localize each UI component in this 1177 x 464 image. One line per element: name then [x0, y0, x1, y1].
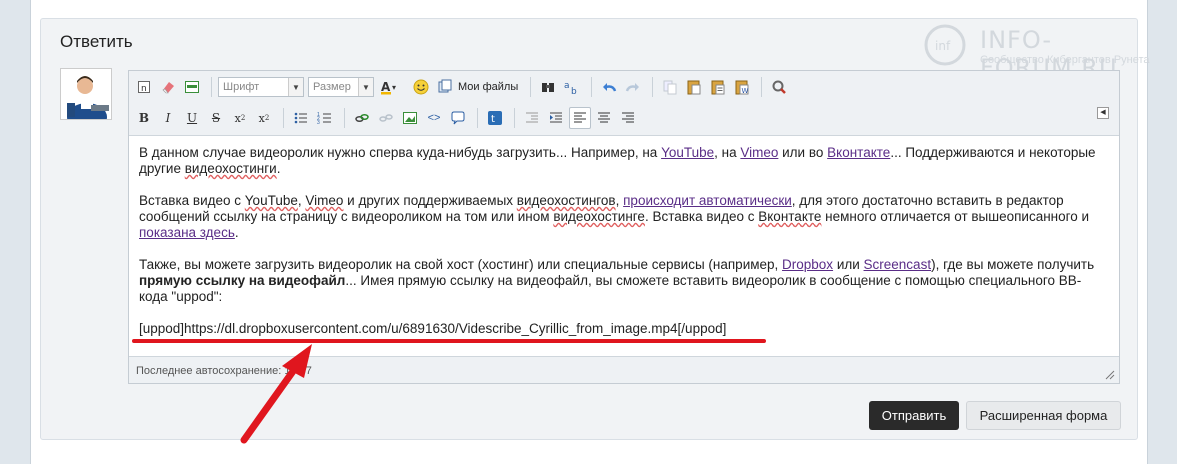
toolbar-separator: [652, 77, 654, 97]
annotation-underline: [132, 339, 766, 343]
font-family-select[interactable]: Шрифт ▼: [218, 77, 304, 97]
link-icon[interactable]: [351, 107, 373, 129]
image-icon[interactable]: [399, 107, 421, 129]
strikethrough-icon[interactable]: S: [205, 107, 227, 129]
redo-icon[interactable]: [622, 76, 644, 98]
paragraph-3: Также, вы можете загрузить видеоролик на…: [139, 257, 1095, 304]
auto-embed-link[interactable]: происходит автоматически: [623, 193, 792, 208]
dropbox-link[interactable]: Dropbox: [782, 257, 833, 272]
svg-text:A: A: [381, 80, 391, 94]
binoculars-icon[interactable]: [537, 76, 559, 98]
toolbar-separator: [591, 77, 593, 97]
italic-icon[interactable]: I: [157, 107, 179, 129]
paragraph-1: В данном случае видеоролик нужно сперва …: [139, 145, 1096, 176]
toolbar-separator: [344, 108, 345, 128]
underline-icon[interactable]: U: [181, 107, 203, 129]
toolbar-separator: [514, 108, 515, 128]
paste-icon[interactable]: [683, 76, 705, 98]
copy-icon[interactable]: [659, 76, 681, 98]
subscript-icon[interactable]: x2: [229, 107, 251, 129]
shown-here-link[interactable]: показана здесь: [139, 225, 235, 240]
align-center-icon[interactable]: [593, 107, 615, 129]
toolbar-collapse-icon[interactable]: ◀: [1097, 107, 1109, 119]
site-logo: inf INFO-FORUM.RU Сообщество Кибергантов…: [920, 20, 1150, 82]
code-icon[interactable]: <>: [423, 107, 445, 129]
eraser-icon[interactable]: [157, 76, 179, 98]
send-button[interactable]: Отправить: [869, 401, 959, 430]
superscript-icon[interactable]: x2: [253, 107, 275, 129]
toolbar-row-1: n Шрифт ▼ Размер ▼ A ▾ Мои файлы a b W: [133, 74, 792, 100]
tools-icon[interactable]: [768, 76, 790, 98]
avatar: [60, 68, 112, 120]
message-editor: n Шрифт ▼ Размер ▼ A ▾ Мои файлы a b W B…: [128, 70, 1120, 384]
font-size-select-label: Размер: [313, 81, 351, 93]
vimeo-link[interactable]: Vimeo: [740, 145, 778, 160]
svg-text:n: n: [141, 84, 147, 94]
advanced-form-button[interactable]: Расширенная форма: [966, 401, 1121, 430]
svg-text:3: 3: [317, 120, 320, 126]
undo-icon[interactable]: [598, 76, 620, 98]
paragraph-2: Вставка видео с YouTube, Vimeo и других …: [139, 193, 1090, 240]
toolbar-row-2: B I U S x2 x2 123 <> t: [133, 105, 641, 131]
youtube-link[interactable]: YouTube: [661, 145, 714, 160]
source-mode-icon[interactable]: n: [133, 76, 155, 98]
unlink-icon[interactable]: [375, 107, 397, 129]
svg-text:a: a: [564, 81, 570, 91]
svg-text:▾: ▾: [392, 83, 396, 92]
resize-grip-icon[interactable]: [1103, 368, 1115, 380]
toolbar-separator: [283, 108, 284, 128]
autosave-status: Последнее автосохранение: 19:47: [136, 365, 312, 377]
media-icon[interactable]: t: [484, 107, 506, 129]
paste-text-icon[interactable]: [707, 76, 729, 98]
bullet-list-icon[interactable]: [290, 107, 312, 129]
toolbar-separator: [761, 77, 763, 97]
logo-globe-icon: inf: [924, 24, 966, 66]
align-right-icon[interactable]: [617, 107, 639, 129]
editor-content[interactable]: В данном случае видеоролик нужно сперва …: [129, 135, 1119, 357]
indent-icon[interactable]: [545, 107, 567, 129]
chevron-down-icon: ▼: [288, 78, 303, 96]
toolbar-separator: [211, 77, 212, 97]
toolbar-separator: [530, 77, 532, 97]
smiley-icon[interactable]: [410, 76, 432, 98]
svg-text:t: t: [491, 114, 495, 125]
reply-title: Ответить: [60, 32, 133, 51]
paste-word-icon[interactable]: W: [731, 76, 753, 98]
font-size-select[interactable]: Размер ▼: [308, 77, 374, 97]
quote-icon[interactable]: [447, 107, 469, 129]
chevron-down-icon: ▼: [358, 78, 373, 96]
text-color-icon[interactable]: A ▾: [378, 76, 408, 98]
my-files-icon[interactable]: [434, 76, 456, 98]
svg-text:inf: inf: [935, 39, 951, 53]
replace-icon[interactable]: ab: [561, 76, 583, 98]
my-files-button[interactable]: Мои файлы: [458, 81, 518, 93]
numbered-list-icon[interactable]: 123: [314, 107, 336, 129]
align-left-icon[interactable]: [569, 107, 591, 129]
svg-text:b: b: [571, 87, 577, 95]
font-family-select-label: Шрифт: [223, 81, 260, 93]
outdent-icon[interactable]: [521, 107, 543, 129]
user-avatar-icon: [61, 69, 111, 119]
bbcode-line: [uppod]https://dl.dropboxusercontent.com…: [139, 321, 727, 336]
format-box-icon[interactable]: [181, 76, 203, 98]
logo-subtitle: Сообщество Кибергантов Рунета: [980, 54, 1150, 66]
screencast-link[interactable]: Screencast: [864, 257, 932, 272]
vk-link[interactable]: Вконтакте: [827, 145, 890, 160]
bold-icon[interactable]: B: [133, 107, 155, 129]
toolbar-separator: [477, 108, 478, 128]
svg-text:W: W: [742, 87, 749, 95]
